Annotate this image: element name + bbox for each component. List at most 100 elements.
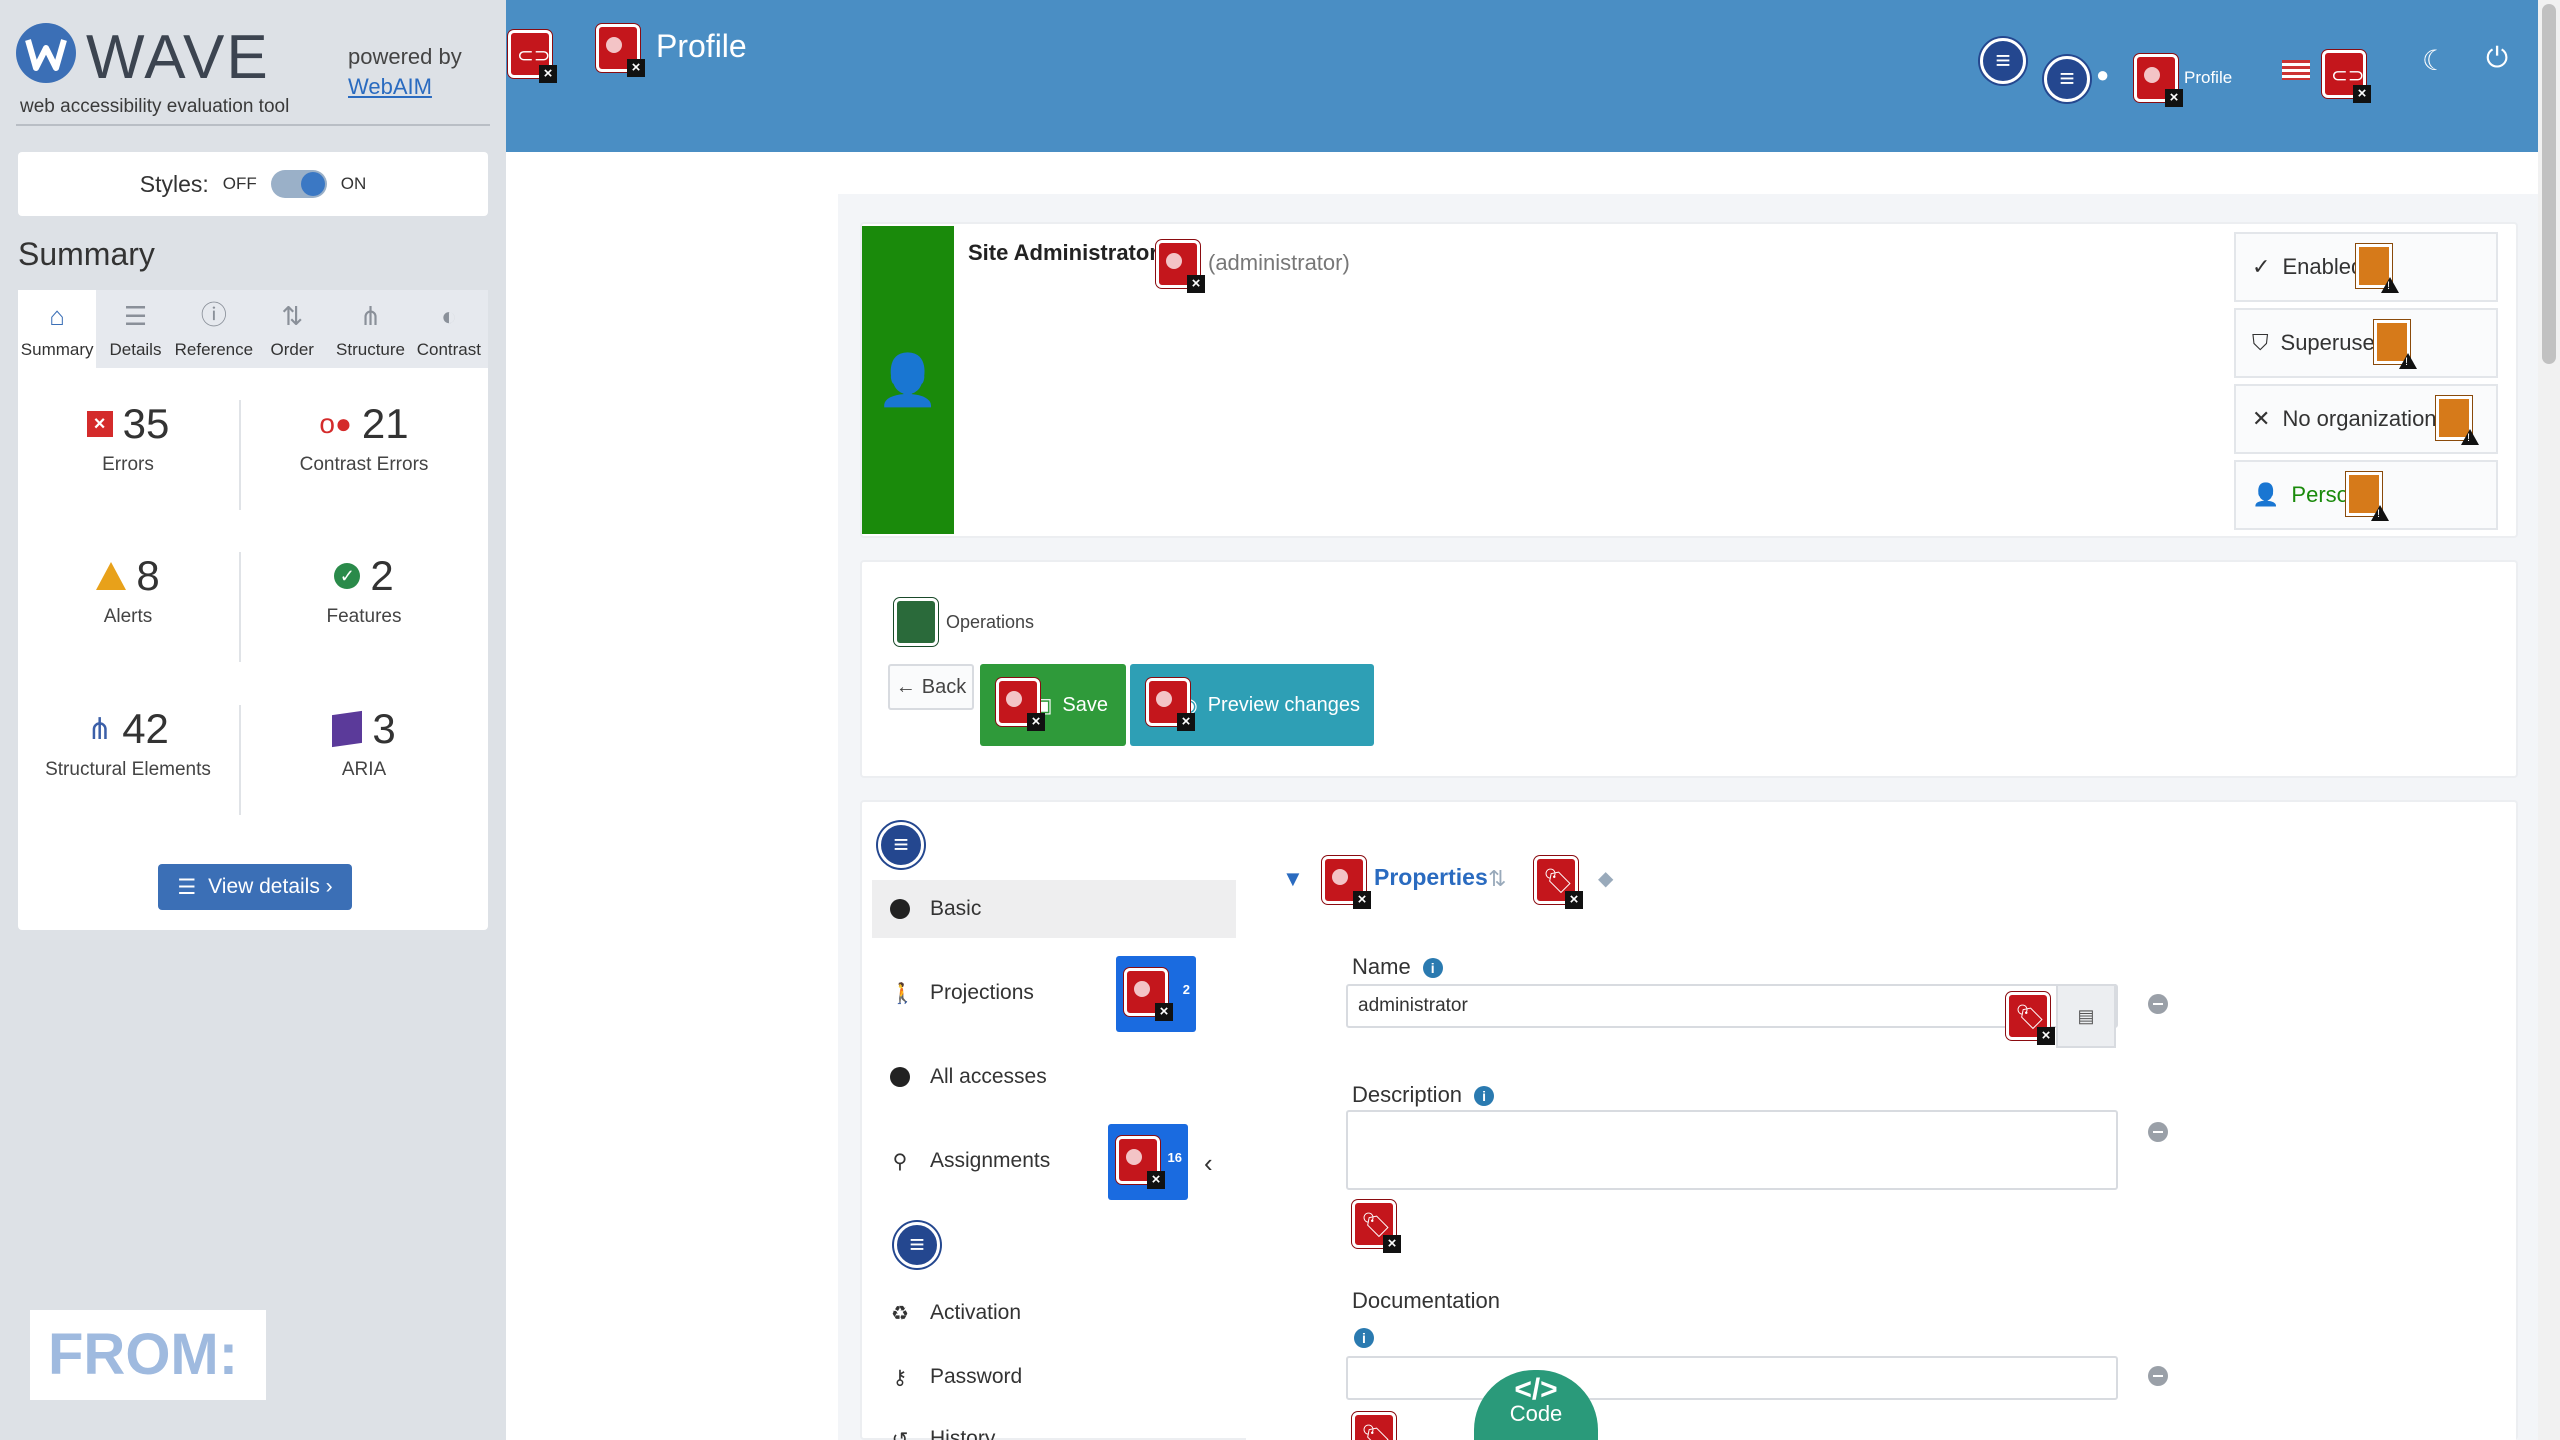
styles-label: Styles: <box>139 170 209 197</box>
wave-structure-list-icon[interactable]: ≡ <box>1980 38 2026 84</box>
field-label-text: Description <box>1352 1082 1463 1107</box>
us-flag-icon[interactable] <box>2282 60 2310 80</box>
wave-error-icon[interactable] <box>2006 992 2055 1045</box>
wave-alert-icon[interactable] <box>2356 244 2399 293</box>
wave-error-icon[interactable] <box>1124 968 1173 1021</box>
back-button[interactable]: ← Back <box>888 664 974 710</box>
user-icon[interactable]: ● <box>2096 62 2109 88</box>
structure-icon: ⋔ <box>87 712 113 746</box>
wave-error-icon[interactable] <box>1322 856 1371 909</box>
page-scrollbar[interactable] <box>2538 0 2560 1440</box>
badge-label: Enabled <box>2282 254 2364 279</box>
nav-label: Activation <box>930 1301 1022 1324</box>
remove-documentation-button[interactable] <box>2148 1366 2168 1386</box>
tab-label: Order <box>270 340 314 359</box>
wave-structure-icon[interactable] <box>894 598 938 646</box>
contrast-error-icon: o● <box>319 408 352 439</box>
tab-summary[interactable]: ⌂ Summary <box>18 290 97 368</box>
projections-count[interactable]: 2 <box>1116 956 1196 1032</box>
properties-heading[interactable]: Properties <box>1374 864 1488 891</box>
stat-label: Contrast Errors <box>299 454 429 475</box>
list-icon: ☰ <box>123 301 148 331</box>
user-avatar: 👤 <box>862 226 954 534</box>
wave-sidebar: WAVE web accessibility evaluation tool p… <box>0 0 506 1440</box>
nav-item-history[interactable]: ↺ History <box>872 1410 1236 1440</box>
id-card-button[interactable]: ▤ <box>2056 984 2116 1048</box>
wave-structure-list-icon[interactable]: ≡ <box>894 1222 940 1268</box>
wave-error-icon[interactable] <box>1116 1136 1165 1189</box>
tab-details[interactable]: ☰ Details <box>96 290 174 368</box>
info-icon[interactable]: i <box>1354 1328 1374 1348</box>
nav-item-activation[interactable]: ♻ Activation <box>872 1284 1236 1342</box>
sort-icon[interactable]: ⇅ <box>1488 866 1506 892</box>
wave-alert-icon[interactable] <box>2436 396 2479 445</box>
documentation-input[interactable] <box>1346 1356 2118 1400</box>
arrow-left-icon: ← <box>895 675 916 698</box>
wave-title: WAVE <box>86 23 270 92</box>
stat-structural[interactable]: ⋔ 42 Structural Elements <box>22 705 234 825</box>
stat-label: Alerts <box>103 606 153 627</box>
assignments-count[interactable]: 16 <box>1108 1124 1188 1200</box>
stat-label: Structural Elements <box>45 759 211 780</box>
aria-icon <box>332 710 363 748</box>
count-value: 2 <box>1182 982 1190 997</box>
view-details-button[interactable]: ☰ View details › <box>158 864 352 910</box>
from-label: FROM: <box>30 1310 266 1400</box>
shield-icon: ⛉ <box>2252 330 2269 355</box>
tab-order[interactable]: ⇅ Order <box>253 290 331 368</box>
description-textarea[interactable] <box>1346 1110 2118 1190</box>
wave-error-icon[interactable] <box>1534 856 1583 909</box>
summary-stats: × 35 Errors o● 21 Contrast Errors 8 Alerts… <box>18 400 488 820</box>
wave-error-icon[interactable] <box>1156 240 1205 293</box>
stat-contrast-errors[interactable]: o● 21 Contrast Errors <box>258 400 470 520</box>
circle-icon <box>890 1067 910 1087</box>
stat-value: 21 <box>361 400 409 447</box>
wave-error-icon[interactable] <box>996 678 1045 731</box>
order-icon: ⇅ <box>281 301 304 331</box>
webaim-link[interactable]: WebAIM <box>348 74 432 99</box>
wave-structure-list-icon[interactable]: ≡ <box>2044 56 2090 102</box>
stat-aria[interactable]: 3 ARIA <box>258 705 470 825</box>
nav-label: Assignments <box>930 1149 1051 1172</box>
tab-contrast[interactable]: ◐ Contrast <box>410 290 488 368</box>
nav-item-all-accesses[interactable]: All accesses <box>872 1048 1236 1106</box>
stat-value: 3 <box>372 705 396 752</box>
wave-error-icon[interactable] <box>1146 678 1195 731</box>
tab-label: Details <box>109 340 162 359</box>
divider <box>239 400 241 510</box>
chevron-left-icon[interactable]: ‹ <box>1204 1148 1213 1179</box>
profile-link[interactable]: Profile <box>2184 68 2232 88</box>
info-icon[interactable]: i <box>1474 1086 1495 1107</box>
moon-icon[interactable]: ☾ <box>2422 44 2447 77</box>
scrollbar-thumb[interactable] <box>2542 4 2556 364</box>
info-icon[interactable]: i <box>1422 958 1443 979</box>
nav-item-basic[interactable]: Basic <box>872 880 1236 938</box>
stat-errors[interactable]: × 35 Errors <box>22 400 234 520</box>
wave-code-panel-toggle[interactable]: </> Code <box>1474 1370 1598 1440</box>
wave-error-icon[interactable] <box>2134 54 2183 107</box>
name-input[interactable]: administrator <box>1346 984 2118 1028</box>
id-card-icon: ▤ <box>2077 1005 2095 1026</box>
wave-error-link-icon[interactable] <box>508 30 557 83</box>
wave-error-link-icon[interactable] <box>2322 50 2371 103</box>
styles-toggle[interactable] <box>270 170 327 198</box>
tab-label: Summary <box>20 340 94 359</box>
tab-reference[interactable]: ⓘ Reference <box>175 290 253 368</box>
wave-alert-icon[interactable] <box>2374 320 2417 369</box>
wave-structure-list-icon[interactable]: ≡ <box>878 822 924 868</box>
tab-structure[interactable]: ⋔ Structure <box>331 290 409 368</box>
remove-name-button[interactable] <box>2148 994 2168 1014</box>
remove-description-button[interactable] <box>2148 1122 2168 1142</box>
wave-error-icon[interactable] <box>1352 1200 1401 1253</box>
wave-alert-icon[interactable] <box>2346 472 2389 521</box>
stat-label: Features <box>326 606 402 627</box>
toggle-knob <box>300 172 325 196</box>
stat-alerts[interactable]: 8 Alerts <box>22 552 234 672</box>
collapse-caret-icon[interactable]: ▼ <box>1282 866 1304 892</box>
wave-error-icon[interactable] <box>596 24 645 77</box>
tag-icon[interactable]: ◆ <box>1598 866 1613 891</box>
power-icon[interactable]: ⏻ <box>2486 42 2508 75</box>
nav-item-password[interactable]: ⚷ Password <box>872 1348 1236 1406</box>
stat-features[interactable]: ✓ 2 Features <box>258 552 470 672</box>
wave-error-icon[interactable] <box>1352 1412 1396 1440</box>
